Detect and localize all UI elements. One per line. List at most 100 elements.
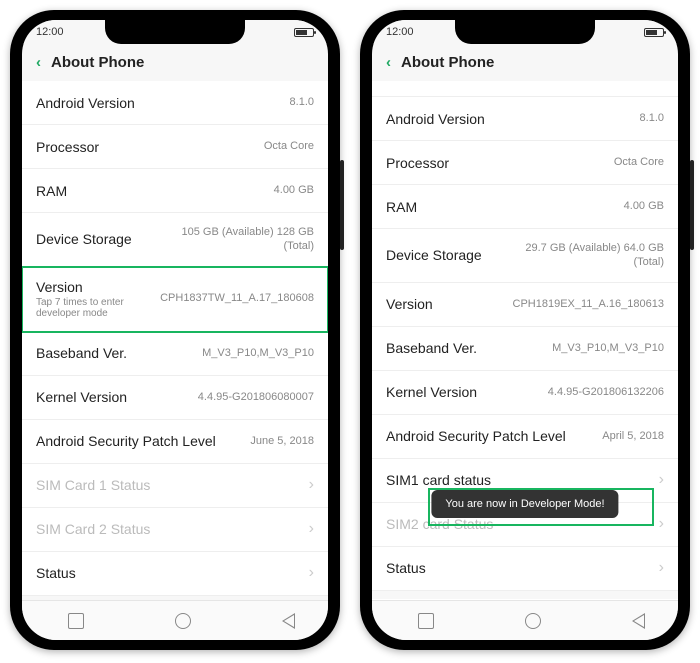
row-value: 4.00 GB xyxy=(624,199,664,213)
settings-row[interactable]: Android Version 8.1.0 xyxy=(22,81,328,125)
chevron-right-icon: › xyxy=(309,520,314,538)
status-icons xyxy=(644,28,664,37)
row-right: › xyxy=(303,476,314,494)
row-label: Android Version xyxy=(386,111,485,127)
row-label: Status xyxy=(36,565,76,581)
nav-home[interactable] xyxy=(525,613,541,629)
settings-row[interactable]: RAM 4.00 GB xyxy=(22,169,328,213)
row-right: 4.4.95-G201806132206 xyxy=(548,385,664,399)
settings-row[interactable]: Baseband Ver. M_V3_P10,M_V3_P10 xyxy=(22,332,328,376)
phone-right: 12:00 ‹ About Phone Android Version 8.1.0… xyxy=(360,10,690,650)
toast-developer-mode: You are now in Developer Mode! xyxy=(431,490,618,518)
row-left: SIM2 card Status xyxy=(386,516,493,532)
row-right: 4.00 GB xyxy=(624,199,664,213)
row-value: 4.4.95-G201806132206 xyxy=(548,385,664,399)
row-left: Processor xyxy=(36,139,99,155)
header-title: About Phone xyxy=(401,54,494,71)
row-left: Kernel Version xyxy=(386,384,477,400)
settings-row[interactable]: Device Storage105 GB (Available) 128 GB … xyxy=(22,213,328,267)
settings-row[interactable]: Android Version 8.1.0 xyxy=(372,97,678,141)
row-right: 29.7 GB (Available) 64.0 GB (Total) xyxy=(504,241,664,270)
status-time: 12:00 xyxy=(36,26,64,38)
row-right: 4.00 GB xyxy=(274,183,314,197)
row-label: SIM1 card status xyxy=(386,472,491,488)
settings-row[interactable]: VersionTap 7 times to enter developer mo… xyxy=(22,267,328,332)
row-left: Baseband Ver. xyxy=(36,345,127,361)
header: ‹ About Phone xyxy=(372,44,678,81)
row-right: › xyxy=(653,559,664,577)
content-left[interactable]: Android Version 8.1.0 Processor Octa Core RA… xyxy=(22,81,328,600)
row-right: › xyxy=(303,520,314,538)
settings-row[interactable]: SIM Card 1 Status› xyxy=(22,464,328,508)
notch xyxy=(455,20,595,44)
row-label: Baseband Ver. xyxy=(386,340,477,356)
settings-row[interactable]: Status › xyxy=(372,547,678,591)
row-left: Status xyxy=(386,560,426,576)
phone-left: 12:00 ‹ About Phone Android Version 8.1.0… xyxy=(10,10,340,650)
row-label: Android Security Patch Level xyxy=(36,433,216,449)
settings-row[interactable]: Legal Information› xyxy=(372,599,678,600)
settings-row[interactable]: Device Storage 29.7 GB (Available) 64.0 G… xyxy=(372,229,678,283)
row-label: RAM xyxy=(36,183,67,199)
content-right[interactable]: Android Version 8.1.0 Processor Octa Core RA… xyxy=(372,81,678,600)
row-value: 4.00 GB xyxy=(274,183,314,197)
row-left: RAM xyxy=(36,183,67,199)
row-label: Android Version xyxy=(36,95,135,111)
row-label: Status xyxy=(386,560,426,576)
row-right: M_V3_P10,M_V3_P10 xyxy=(552,341,664,355)
row-value: M_V3_P10,M_V3_P10 xyxy=(552,341,664,355)
settings-row[interactable]: Kernel Version 4.4.95-G201806132206 xyxy=(372,371,678,415)
status-time: 12:00 xyxy=(386,26,414,38)
row-label: Device Storage xyxy=(36,231,132,247)
row-value: CPH1819EX_11_A.16_180613 xyxy=(513,297,664,311)
settings-row[interactable]: Processor Octa Core xyxy=(22,125,328,169)
row-left: Device Storage xyxy=(36,231,132,247)
settings-row[interactable]: Android Security Patch Level April 5, 201… xyxy=(372,415,678,459)
settings-row[interactable]: Version CPH1819EX_11_A.16_180613 xyxy=(372,283,678,327)
settings-row[interactable]: Kernel Version 4.4.95-G201806080007 xyxy=(22,376,328,420)
row-right: CPH1837TW_11_A.17_180608 xyxy=(160,291,314,305)
settings-row[interactable]: SIM Card 2 Status › xyxy=(22,508,328,552)
row-value: M_V3_P10,M_V3_P10 xyxy=(202,346,314,360)
row-left: Version xyxy=(386,296,433,312)
row-label: Version xyxy=(386,296,433,312)
notch xyxy=(105,20,245,44)
row-left: Processor xyxy=(386,155,449,171)
row-right: CPH1819EX_11_A.16_180613 xyxy=(513,297,664,311)
row-label: RAM xyxy=(386,199,417,215)
row-right: › xyxy=(653,471,664,489)
row-value: 8.1.0 xyxy=(290,95,314,109)
header: ‹ About Phone xyxy=(22,44,328,81)
settings-row[interactable]: Processor Octa Core xyxy=(372,141,678,185)
row-label: Processor xyxy=(36,139,99,155)
row-left: Kernel Version xyxy=(36,389,127,405)
row-value: Octa Core xyxy=(264,139,314,153)
row-right: April 5, 2018 xyxy=(602,429,664,443)
back-icon[interactable]: ‹ xyxy=(36,54,41,71)
settings-row[interactable]: Android Security Patch LevelJune 5, 2018 xyxy=(22,420,328,464)
row-value: 4.4.95-G201806080007 xyxy=(198,390,314,404)
row-value: April 5, 2018 xyxy=(602,429,664,443)
partial-row[interactable] xyxy=(372,81,678,97)
row-left: Baseband Ver. xyxy=(386,340,477,356)
row-label: Device Storage xyxy=(386,247,482,263)
battery-icon xyxy=(644,28,664,37)
row-value: CPH1837TW_11_A.17_180608 xyxy=(160,291,314,305)
row-right: 4.4.95-G201806080007 xyxy=(198,390,314,404)
nav-home[interactable] xyxy=(175,613,191,629)
row-value: Octa Core xyxy=(614,155,664,169)
settings-row[interactable]: RAM 4.00 GB xyxy=(372,185,678,229)
settings-row[interactable]: Status › xyxy=(22,552,328,596)
row-value: 8.1.0 xyxy=(640,111,664,125)
row-label: SIM2 card Status xyxy=(386,516,493,532)
back-icon[interactable]: ‹ xyxy=(386,54,391,71)
row-right: › xyxy=(653,515,664,533)
chevron-right-icon: › xyxy=(659,471,664,489)
nav-recents[interactable] xyxy=(418,613,434,629)
nav-recents[interactable] xyxy=(68,613,84,629)
row-left: Android Security Patch Level xyxy=(386,428,566,444)
row-label: SIM Card 2 Status xyxy=(36,521,150,537)
row-left: Android Version xyxy=(36,95,135,111)
chevron-right-icon: › xyxy=(309,564,314,582)
settings-row[interactable]: Baseband Ver. M_V3_P10,M_V3_P10 xyxy=(372,327,678,371)
